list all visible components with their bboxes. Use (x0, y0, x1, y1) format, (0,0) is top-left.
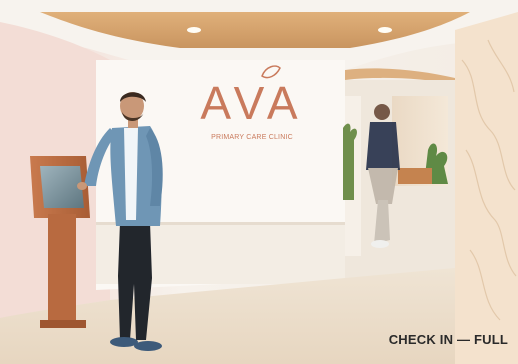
t-shirt (124, 128, 138, 220)
kiosk-stand (48, 214, 76, 324)
clinic-logo-wordmark: AVA (200, 77, 304, 129)
corridor-bench (398, 168, 432, 184)
ceiling-light (187, 27, 201, 33)
shoe (110, 337, 138, 347)
shoe (134, 341, 162, 351)
patterned-wall (455, 12, 518, 364)
image-caption: CHECK IN — FULL (388, 332, 508, 347)
clinic-lobby-scene: AVA PRIMARY CARE CLINIC CHECK IN — FULL (0, 0, 518, 364)
lobby-illustration (0, 0, 518, 364)
clinic-logo-tagline: PRIMARY CARE CLINIC (211, 134, 293, 141)
ceiling-light (378, 27, 392, 33)
hand (77, 182, 87, 190)
kiosk-base (40, 320, 86, 328)
